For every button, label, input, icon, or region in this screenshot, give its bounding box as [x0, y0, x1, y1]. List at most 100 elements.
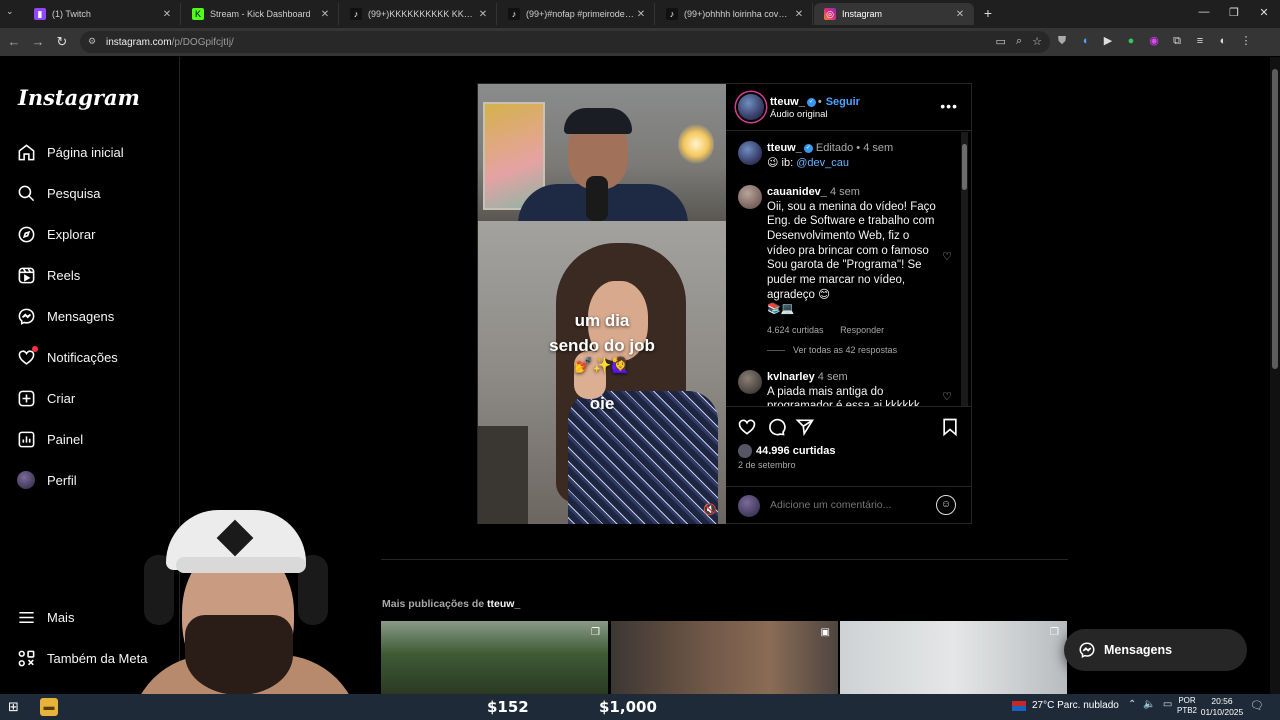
zoom-icon[interactable]: ⌕ — [1016, 35, 1022, 48]
sidebar-item-home[interactable]: Página inicial — [16, 139, 124, 165]
view-replies-button[interactable]: Ver todas as 42 respostas — [767, 345, 897, 355]
more-post-thumbnail[interactable]: ❐ — [381, 621, 608, 694]
emoji-picker-icon[interactable]: ☺ — [936, 495, 956, 515]
more-post-thumbnail[interactable]: ❐ — [840, 621, 1067, 694]
comment-username[interactable]: kvlnarley — [767, 371, 815, 383]
tab-search-chevron-icon[interactable]: ⌄ — [6, 6, 14, 17]
comments-scroll-thumb[interactable] — [962, 144, 967, 190]
purple-extension-icon[interactable]: ◉ — [1147, 34, 1161, 48]
page-scroll-thumb[interactable] — [1272, 69, 1278, 369]
follow-button[interactable]: Seguir — [826, 96, 860, 108]
url-field[interactable]: ⚙ instagram.com/p/DOGpifcjtIj/ ▭ ⌕ ☆ — [80, 31, 1050, 53]
reload-icon[interactable]: ↻ — [54, 34, 70, 50]
tab-tiktok-3[interactable]: ♪ (99+)ohhhh loirinha covaaaardi ✕ — [656, 3, 813, 25]
avatar[interactable] — [738, 141, 762, 165]
close-icon[interactable]: ✕ — [318, 9, 332, 20]
kebab-menu-icon[interactable]: ⋮ — [1239, 34, 1253, 48]
taskbar-clock[interactable]: 20:56 01/10/2025 — [1200, 696, 1244, 718]
tab-tiktok-2[interactable]: ♪ (99+)#nofap #primeirodeoutub ✕ — [498, 3, 655, 25]
close-icon[interactable]: ✕ — [792, 9, 806, 20]
comment-like-heart-icon[interactable]: ♡ — [942, 250, 952, 263]
author-username[interactable]: tteuw_ — [770, 96, 805, 108]
twitch-icon: ▮ — [34, 8, 46, 20]
sidebar-item-search[interactable]: Pesquisa — [16, 180, 100, 206]
minimize-button[interactable]: — — [1195, 6, 1213, 18]
sidebar-item-dashboard[interactable]: Painel — [16, 426, 83, 452]
avatar[interactable] — [738, 370, 762, 394]
comment-input[interactable] — [770, 499, 930, 511]
reel-icon: ▣ — [820, 627, 830, 638]
forward-arrow-icon[interactable]: → — [30, 34, 46, 49]
caption-text: ib: — [781, 156, 797, 169]
notifications-icon[interactable]: 🗨 — [1250, 699, 1264, 712]
caption-username[interactable]: tteuw_ — [767, 142, 802, 154]
site-info-icon[interactable]: ⚙ — [88, 36, 100, 48]
new-tab-button[interactable]: + — [979, 5, 997, 21]
audio-label[interactable]: Áudio original — [770, 109, 828, 120]
more-posts-username[interactable]: tteuw_ — [487, 598, 520, 610]
close-icon[interactable]: ✕ — [953, 9, 967, 20]
more-posts-heading: Mais publicações de tteuw_ — [382, 598, 520, 610]
bookmark-star-icon[interactable]: ☆ — [1032, 35, 1042, 48]
instagram-icon: ◎ — [824, 8, 836, 20]
sidebar-item-messages[interactable]: Mensagens — [16, 303, 114, 329]
close-window-button[interactable]: ✕ — [1255, 6, 1273, 19]
chevron-up-icon[interactable]: ⌃ — [1128, 699, 1136, 710]
file-explorer-icon[interactable]: ▬ — [40, 698, 58, 716]
windows-start-icon[interactable]: ⊞ — [8, 699, 19, 715]
shield-extension-icon[interactable]: ⛊ — [1055, 34, 1069, 48]
network-icon[interactable]: ▭ — [1163, 699, 1172, 710]
webcam-cap-bill — [176, 557, 306, 573]
instagram-logo[interactable]: Instagram — [18, 85, 140, 110]
tab-kick[interactable]: K Stream - Kick Dashboard ✕ — [182, 3, 339, 25]
puzzle-icon[interactable]: ⧉ — [1170, 34, 1184, 48]
close-icon[interactable]: ✕ — [634, 9, 648, 20]
page-scrollbar[interactable] — [1270, 57, 1280, 694]
sidebar-item-create[interactable]: Criar — [16, 385, 75, 411]
comment-username[interactable]: cauanidev_ — [767, 186, 827, 198]
reading-list-icon[interactable]: ≡ — [1193, 34, 1207, 48]
tab-twitch[interactable]: ▮ (1) Twitch ✕ — [24, 3, 181, 25]
media-extension-icon[interactable]: ▶ — [1101, 34, 1115, 48]
profile-avatar-icon[interactable]: ◐ — [1216, 34, 1230, 48]
author-avatar[interactable] — [738, 94, 764, 120]
sidebar-item-notifications[interactable]: Notificações — [16, 344, 118, 370]
tab-instagram[interactable]: ◎ Instagram ✕ — [814, 3, 974, 25]
keyboard-layout: PTB2 — [1177, 706, 1198, 715]
sidebar-item-reels[interactable]: Reels — [16, 262, 80, 288]
more-post-thumbnail[interactable]: ▣ — [611, 621, 838, 694]
reply-button[interactable]: Responder — [840, 325, 884, 335]
weather-widget[interactable]: 27°C Parc. nublado — [1012, 700, 1119, 711]
like-heart-icon[interactable] — [737, 417, 757, 437]
reel-video[interactable]: um dia sendo do job 💅✨🙋‍♀️ oie 🔇 — [478, 84, 726, 524]
close-icon[interactable]: ✕ — [476, 9, 490, 20]
verified-badge-icon: ✓ — [806, 97, 816, 107]
comment-like-heart-icon[interactable]: ♡ — [942, 390, 952, 403]
tiktok-icon: ♪ — [666, 8, 678, 20]
sidebar-item-profile[interactable]: Perfil — [16, 467, 77, 493]
bookmark-icon[interactable] — [940, 417, 960, 437]
back-arrow-icon[interactable]: ← — [6, 34, 22, 49]
share-send-icon[interactable] — [795, 417, 815, 437]
audio-toggle-icon[interactable]: 🔇 — [700, 500, 720, 520]
comment-bubble-icon[interactable] — [766, 417, 786, 437]
comment-like-count[interactable]: 4.624 curtidas — [767, 325, 824, 335]
sidebar-item-explore[interactable]: Explorar — [16, 221, 95, 247]
likes-count[interactable]: 44.996 curtidas — [738, 444, 836, 458]
comment-text: Oii, sou a menina do vídeo! Faço Eng. de… — [767, 200, 936, 301]
caption-mention-link[interactable]: @dev_cau — [796, 157, 849, 169]
avatar[interactable] — [738, 185, 762, 209]
audio-extension-icon[interactable]: ◖ — [1078, 34, 1092, 48]
comments-list[interactable]: tteuw_ ✓ Editado • 4 sem 😉 ib: @dev_cau c… — [726, 132, 972, 406]
install-app-icon[interactable]: ▭ — [996, 35, 1006, 48]
sidebar-item-also-from-meta[interactable]: Também da Meta — [16, 645, 147, 671]
close-icon[interactable]: ✕ — [160, 9, 174, 20]
volume-icon[interactable]: 🔈 — [1143, 699, 1155, 710]
language-indicator[interactable]: POR PTB2 — [1177, 696, 1197, 716]
tab-tiktok-1[interactable]: ♪ (99+)KKKKKKKKKK KKKKKKKK ✕ — [340, 3, 497, 25]
restore-button[interactable]: ❐ — [1225, 6, 1243, 19]
messages-floating-button[interactable]: Mensagens — [1064, 629, 1247, 671]
sidebar-item-more[interactable]: Mais — [16, 604, 74, 630]
more-options-icon[interactable]: ••• — [940, 98, 958, 114]
green-extension-icon[interactable]: ● — [1124, 34, 1138, 48]
